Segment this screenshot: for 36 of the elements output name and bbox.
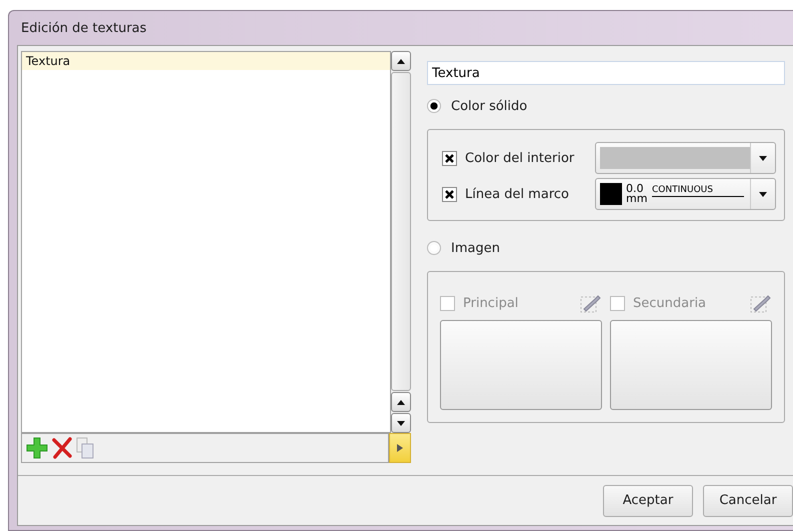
slot-label: Principal (463, 296, 520, 310)
option-label: Línea del marco (465, 186, 570, 202)
play-icon (396, 443, 404, 453)
slot-label: Secundaria (633, 296, 708, 310)
radio-button[interactable] (427, 241, 441, 255)
scroll-up-button[interactable] (391, 51, 411, 71)
copy-icon[interactable] (75, 436, 95, 460)
up-arrow-icon (397, 400, 405, 404)
radio-label: Color sólido (451, 98, 528, 114)
name-field[interactable]: Textura (427, 61, 785, 85)
dialog-button[interactable]: Aceptar (603, 484, 693, 516)
list-item[interactable]: Textura (22, 52, 390, 70)
line-style: CONTINUOUS (652, 185, 744, 197)
check-mark-icon (445, 154, 454, 162)
radio-label: Imagen (451, 240, 500, 256)
image-preview[interactable] (610, 320, 772, 410)
checkbox[interactable] (442, 150, 457, 166)
scroll-down-button[interactable] (391, 413, 411, 433)
add-icon[interactable] (25, 436, 49, 460)
caret-icon (759, 192, 767, 196)
checkbox[interactable] (442, 186, 457, 202)
up-arrow-icon (397, 58, 405, 64)
window-title: Edición de texturas (20, 20, 148, 38)
option-label: Color del interior (465, 150, 576, 166)
image-preview[interactable] (440, 320, 602, 410)
caret-icon (759, 156, 767, 160)
scroll-up-button[interactable] (391, 392, 411, 412)
down-arrow-icon (397, 420, 405, 426)
line-width: 0.0 (626, 182, 644, 195)
color-dropdown[interactable] (595, 142, 776, 174)
line-unit: mm (626, 192, 648, 205)
delete-icon[interactable] (51, 437, 73, 459)
check-mark-icon (445, 190, 454, 198)
dialog-button[interactable]: Cancelar (703, 484, 793, 516)
expand-button[interactable] (389, 433, 411, 463)
radio-button[interactable] (427, 99, 441, 113)
